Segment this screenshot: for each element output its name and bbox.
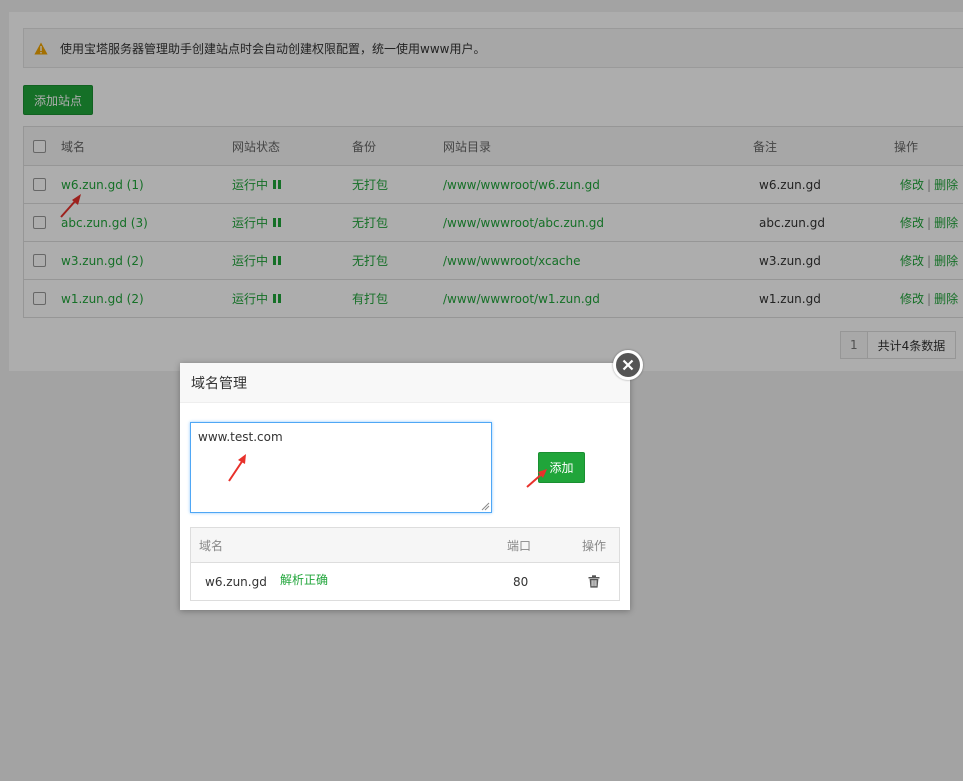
annotation-arrow-icon <box>228 454 246 482</box>
column-header-ops: 操作 <box>582 538 607 553</box>
domain-table-header: 域名 端口 操作 <box>191 528 619 563</box>
column-header-port: 端口 <box>507 538 532 553</box>
trash-icon[interactable] <box>588 563 600 600</box>
domain-table: 域名 端口 操作 w6.zun.gd 解析正确 80 <box>190 527 620 601</box>
domain-management-dialog: 域名管理 www.test.com 添加 域名 端口 操作 w6.zun.gd … <box>180 363 630 610</box>
dialog-title: 域名管理 <box>180 363 630 403</box>
close-dialog-button[interactable] <box>613 350 643 380</box>
resize-grip-icon[interactable] <box>481 502 490 511</box>
column-header-domain: 域名 <box>199 538 224 553</box>
table-row: w6.zun.gd 解析正确 80 <box>191 563 619 600</box>
close-icon <box>622 359 634 371</box>
annotation-arrow-icon <box>526 469 547 488</box>
bound-domain: w6.zun.gd <box>205 574 267 589</box>
dns-status: 解析正确 <box>280 573 329 587</box>
domain-port: 80 <box>513 574 529 589</box>
